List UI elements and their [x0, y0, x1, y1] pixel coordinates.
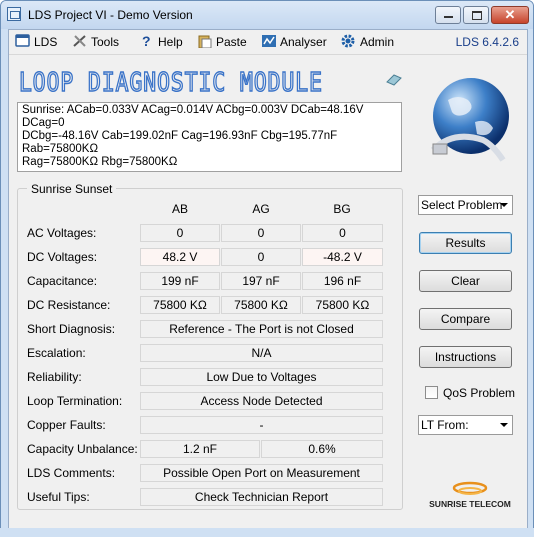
- status-line-2: DCbg=-48.16V Cab=199.02nF Cag=196.93nF C…: [22, 130, 338, 155]
- dc-voltage-ab: 48.2 V: [140, 248, 220, 266]
- loop-termination-label: Loop Termination:: [27, 394, 123, 408]
- capacitance-ab: 199 nF: [140, 272, 220, 290]
- column-header-ab: AB: [171, 202, 188, 216]
- app-window: LDS Project VI - Demo Version ✕ LDS Tool…: [0, 0, 534, 537]
- escalation-value: N/A: [140, 344, 383, 362]
- menu-help-label: Help: [158, 35, 183, 49]
- globe-network-icon: [430, 78, 509, 162]
- select-problem-dropdown[interactable]: Select Problem: [418, 195, 513, 215]
- useful-tips-label: Useful Tips:: [27, 490, 90, 504]
- dc-resistance-ag: 75800 KΩ: [221, 296, 301, 314]
- menu-admin[interactable]: Admin: [341, 34, 394, 50]
- app-window-icon: [7, 7, 21, 21]
- window-bottom-border: [0, 528, 534, 537]
- status-line-1: Sunrise: ACab=0.033V ACag=0.014V ACbg=0.…: [22, 104, 364, 129]
- menu-admin-label: Admin: [360, 35, 395, 49]
- menu-tools[interactable]: Tools: [72, 34, 119, 50]
- help-icon: ?: [139, 33, 155, 49]
- results-button[interactable]: Results: [419, 232, 512, 254]
- clipboard-icon: [197, 34, 213, 49]
- module-title: LOOP DIAGNOSTIC MODULE: [18, 67, 323, 98]
- maximize-button[interactable]: [463, 6, 489, 24]
- window-title: LDS Project VI - Demo Version: [28, 8, 193, 22]
- window-icon: [15, 34, 31, 48]
- loop-termination-value: Access Node Detected: [140, 392, 383, 410]
- capacitance-ag: 197 nF: [221, 272, 301, 290]
- chevron-down-icon: [500, 203, 508, 207]
- tools-icon: [72, 34, 88, 48]
- dc-resistance-bg: 75800 KΩ: [302, 296, 383, 314]
- copper-faults-value: -: [140, 416, 383, 434]
- dc-resistance-ab: 75800 KΩ: [140, 296, 220, 314]
- dc-voltage-bg: -48.2 V: [302, 248, 383, 266]
- minimize-button[interactable]: [435, 6, 461, 24]
- compare-button[interactable]: Compare: [419, 308, 512, 330]
- lds-comments-label: LDS Comments:: [27, 466, 116, 480]
- lt-from-dropdown[interactable]: LT From:: [418, 415, 513, 435]
- menu-paste-label: Paste: [216, 35, 247, 49]
- analyser-icon: [261, 34, 277, 48]
- capacity-unbalance-nf: 1.2 nF: [140, 440, 260, 458]
- reliability-value: Low Due to Voltages: [140, 368, 383, 386]
- status-line-3: Rag=75800KΩ Rbg=75800KΩ: [22, 156, 178, 168]
- group-title: Sunrise Sunset: [27, 182, 117, 196]
- menu-help[interactable]: ? Help: [139, 33, 183, 50]
- gear-icon: [341, 34, 357, 48]
- useful-tips-value: Check Technician Report: [140, 488, 383, 506]
- select-problem-value: Select Problem: [421, 198, 503, 212]
- minimize-icon: [444, 16, 453, 18]
- menu-bar: LDS Tools ? Help Paste Analyser Admin LDS…: [9, 30, 527, 55]
- short-diagnosis-value: Reference - The Port is not Closed: [140, 320, 383, 338]
- capacitance-bg: 196 nF: [302, 272, 383, 290]
- title-bar[interactable]: LDS Project VI - Demo Version ✕: [1, 1, 533, 29]
- dc-voltages-label: DC Voltages:: [27, 250, 98, 264]
- close-icon: ✕: [504, 7, 516, 22]
- instructions-button[interactable]: Instructions: [419, 346, 512, 368]
- qos-problem-label[interactable]: QoS Problem: [443, 386, 515, 400]
- lds-comments-value: Possible Open Port on Measurement: [140, 464, 383, 482]
- capacity-unbalance-label: Capacity Unbalance:: [27, 442, 138, 456]
- chevron-down-icon: [500, 423, 508, 427]
- ac-voltage-ab: 0: [140, 224, 220, 242]
- svg-text:?: ?: [142, 34, 151, 48]
- dc-resistance-label: DC Resistance:: [27, 298, 111, 312]
- copper-faults-label: Copper Faults:: [27, 418, 106, 432]
- lt-from-value: LT From:: [421, 418, 469, 432]
- module-title-text: LOOP DIAGNOSTIC MODULE: [19, 68, 323, 98]
- close-button[interactable]: ✕: [491, 6, 529, 24]
- menu-lds-label: LDS: [34, 35, 58, 49]
- sunrise-telecom-logo-text: SUNRISE TELECOM: [429, 499, 511, 509]
- capacitance-label: Capacitance:: [27, 274, 98, 288]
- ac-voltages-label: AC Voltages:: [27, 226, 97, 240]
- clear-button[interactable]: Clear: [419, 270, 512, 292]
- menu-tools-label: Tools: [91, 35, 120, 49]
- ac-voltage-bg: 0: [302, 224, 383, 242]
- menu-paste[interactable]: Paste: [197, 34, 247, 50]
- eraser-icon: [386, 74, 402, 86]
- short-diagnosis-label: Short Diagnosis:: [27, 322, 116, 336]
- menu-analyser[interactable]: Analyser: [261, 34, 327, 50]
- main-panel: LDS Tools ? Help Paste Analyser Admin LDS…: [8, 29, 528, 529]
- escalation-label: Escalation:: [27, 346, 86, 360]
- reliability-label: Reliability:: [27, 370, 82, 384]
- maximize-icon: [472, 11, 482, 20]
- capacity-unbalance-percent: 0.6%: [261, 440, 383, 458]
- menu-lds[interactable]: LDS: [15, 34, 57, 50]
- version-label: LDS 6.4.2.6: [455, 35, 519, 49]
- column-header-ag: AG: [252, 202, 270, 216]
- qos-problem-checkbox[interactable]: [425, 386, 438, 399]
- menu-analyser-label: Analyser: [280, 35, 327, 49]
- dc-voltage-ag: 0: [221, 248, 301, 266]
- status-text-box[interactable]: Sunrise: ACab=0.033V ACag=0.014V ACbg=0.…: [17, 102, 402, 172]
- column-header-bg: BG: [333, 202, 351, 216]
- sunrise-telecom-logo: SUNRISE TELECOM: [429, 481, 511, 509]
- ac-voltage-ag: 0: [221, 224, 301, 242]
